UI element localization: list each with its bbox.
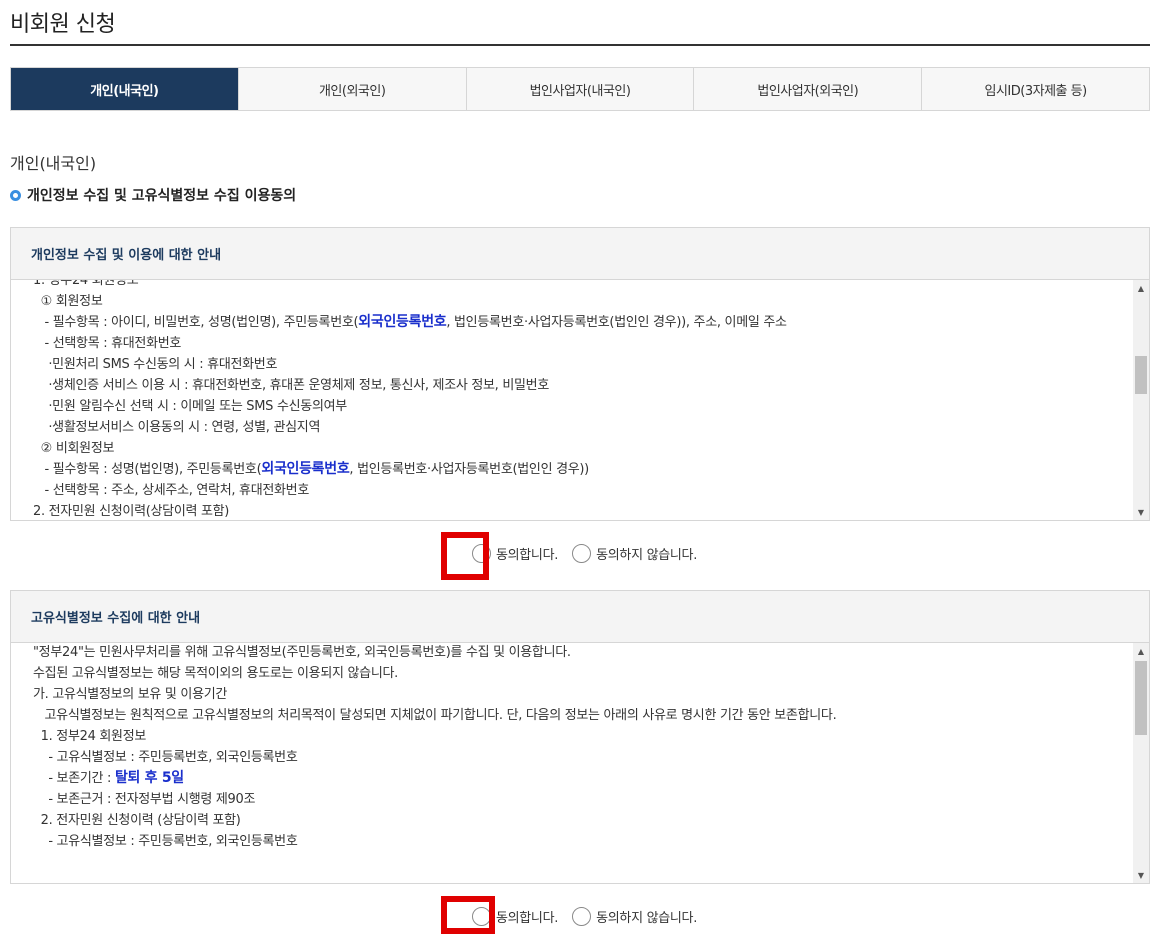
privacy-line: 2. 전자민원 신청이력(상담이력 포함): [33, 504, 230, 519]
privacy-consent-row: 동의합니다. 동의하지 않습니다.: [0, 540, 1169, 566]
page-title: 비회원 신청: [10, 12, 116, 37]
unique-line: "정부24"는 민원사무처리를 위해 고유식별정보(주민등록번호, 외국인등록번…: [33, 645, 571, 660]
tab-corporate-domestic[interactable]: 법인사업자(내국인): [465, 68, 694, 110]
unique-line: 수집된 고유식별정보는 해당 목적이외의 용도로는 이용되지 않습니다.: [33, 666, 398, 681]
privacy-agree-radio[interactable]: [471, 543, 491, 563]
privacy-line: ① 회원정보: [33, 294, 103, 309]
unique-line-text: - 보존기간 :: [33, 771, 115, 786]
subsection-label: 개인정보 수집 및 고유식별정보 수집 이용동의: [27, 188, 297, 204]
highlight-foreign-reg: 외국인등록번호: [261, 461, 350, 477]
privacy-line: ·생체인증 서비스 이용 시 : 휴대전화번호, 휴대폰 운영체제 정보, 통신…: [33, 378, 549, 393]
unique-id-disagree-radio[interactable]: [572, 906, 592, 926]
scroll-up-arrow-icon[interactable]: ▲: [1133, 280, 1149, 296]
privacy-agree-option[interactable]: 동의합니다.: [471, 543, 559, 563]
privacy-agree-label: 동의합니다.: [495, 547, 559, 563]
unique-line: - 보존근거 : 전자정부법 시행령 제90조: [33, 792, 256, 807]
unique-id-agree-option[interactable]: 동의합니다.: [471, 906, 559, 926]
unique-id-agree-label: 동의합니다.: [495, 910, 559, 926]
privacy-line: ·민원처리 SMS 수신동의 시 : 휴대전화번호: [33, 357, 278, 372]
privacy-line: ② 비회원정보: [33, 441, 115, 456]
unique-id-scrollbar[interactable]: ▲ ▼: [1133, 643, 1149, 883]
privacy-line-tail: , 법인등록번호·사업자등록번호(법인인 경우)): [349, 462, 589, 477]
unique-line: 가. 고유식별정보의 보유 및 이용기간: [33, 687, 228, 702]
unique-id-box-header: 고유식별정보 수집에 대한 안내: [11, 591, 1149, 643]
unique-id-disagree-option[interactable]: 동의하지 않습니다.: [572, 906, 698, 926]
privacy-line: ·생활정보서비스 이용동의 시 : 연령, 성별, 관심지역: [33, 420, 321, 435]
tab-temporary-id[interactable]: 임시ID(3자제출 등): [921, 68, 1149, 110]
unique-id-consent-row: 동의합니다. 동의하지 않습니다.: [0, 903, 1169, 929]
privacy-line: - 선택항목 : 주소, 상세주소, 연락처, 휴대전화번호: [33, 483, 309, 498]
privacy-line-tail: , 법인등록번호·사업자등록번호(법인인 경우)), 주소, 이메일 주소: [446, 315, 787, 330]
unique-id-disagree-label: 동의하지 않습니다.: [596, 910, 698, 926]
member-type-tabs: 개인(내국인) 개인(외국인) 법인사업자(내국인) 법인사업자(외국인) 임시…: [10, 67, 1150, 111]
title-divider: [10, 44, 1150, 46]
privacy-box-body[interactable]: 1. 정부24 회원정보 ① 회원정보 - 필수항목 : 아이디, 비밀번호, …: [11, 280, 1149, 520]
privacy-box-header: 개인정보 수집 및 이용에 대한 안내: [11, 228, 1149, 280]
unique-line: 고유식별정보는 원칙적으로 고유식별정보의 처리목적이 달성되면 지체없이 파기…: [33, 708, 837, 723]
unique-line: 2. 전자민원 신청이력 (상담이력 포함): [33, 813, 241, 828]
tab-personal-foreign[interactable]: 개인(외국인): [237, 68, 466, 110]
unique-id-box-content: "정부24"는 민원사무처리를 위해 고유식별정보(주민등록번호, 외국인등록번…: [11, 643, 1149, 852]
privacy-line: - 선택항목 : 휴대전화번호: [33, 336, 182, 351]
unique-line: - 고유식별정보 : 주민등록번호, 외국인등록번호: [33, 834, 298, 849]
unique-line: - 보존기간 : 탈퇴 후 5일: [33, 768, 1119, 789]
unique-line: 1. 정부24 회원정보: [33, 729, 147, 744]
privacy-line: 1. 정부24 회원정보: [33, 280, 139, 288]
scroll-up-arrow-icon[interactable]: ▲: [1133, 643, 1149, 659]
privacy-info-box: 개인정보 수집 및 이용에 대한 안내 1. 정부24 회원정보 ① 회원정보 …: [10, 227, 1150, 521]
privacy-line-text: - 필수항목 : 성명(법인명), 주민등록번호(: [33, 462, 262, 477]
privacy-disagree-option[interactable]: 동의하지 않습니다.: [572, 543, 698, 563]
privacy-line: - 필수항목 : 성명(법인명), 주민등록번호(외국인등록번호, 법인등록번호…: [33, 459, 1119, 480]
privacy-disagree-radio[interactable]: [572, 543, 592, 563]
privacy-line-text: - 필수항목 : 아이디, 비밀번호, 성명(법인명), 주민등록번호(: [33, 315, 359, 330]
section-title: 개인(내국인): [10, 154, 97, 173]
highlight-foreign-reg: 외국인등록번호: [358, 314, 447, 330]
scroll-thumb[interactable]: [1135, 661, 1147, 735]
scroll-down-arrow-icon[interactable]: ▼: [1133, 504, 1149, 520]
scroll-down-arrow-icon[interactable]: ▼: [1133, 867, 1149, 883]
scroll-thumb[interactable]: [1135, 356, 1147, 394]
privacy-box-content: 1. 정부24 회원정보 ① 회원정보 - 필수항목 : 아이디, 비밀번호, …: [11, 280, 1149, 520]
unique-id-info-box: 고유식별정보 수집에 대한 안내 "정부24"는 민원사무처리를 위해 고유식별…: [10, 590, 1150, 884]
privacy-line: - 필수항목 : 아이디, 비밀번호, 성명(법인명), 주민등록번호(외국인등…: [33, 312, 1119, 333]
privacy-scrollbar[interactable]: ▲ ▼: [1133, 280, 1149, 520]
privacy-line: ·민원 알림수신 선택 시 : 이메일 또는 SMS 수신동의여부: [33, 399, 347, 414]
tab-corporate-foreign[interactable]: 법인사업자(외국인): [693, 68, 922, 110]
unique-line: - 고유식별정보 : 주민등록번호, 외국인등록번호: [33, 750, 298, 765]
highlight-retention-period: 탈퇴 후 5일: [114, 770, 184, 786]
unique-id-agree-radio[interactable]: [471, 906, 491, 926]
privacy-disagree-label: 동의하지 않습니다.: [596, 547, 698, 563]
unique-id-box-body[interactable]: "정부24"는 민원사무처리를 위해 고유식별정보(주민등록번호, 외국인등록번…: [11, 643, 1149, 883]
circle-bullet-icon: [10, 189, 21, 201]
tab-personal-domestic[interactable]: 개인(내국인): [11, 68, 238, 110]
subsection-title: 개인정보 수집 및 고유식별정보 수집 이용동의: [10, 185, 296, 205]
